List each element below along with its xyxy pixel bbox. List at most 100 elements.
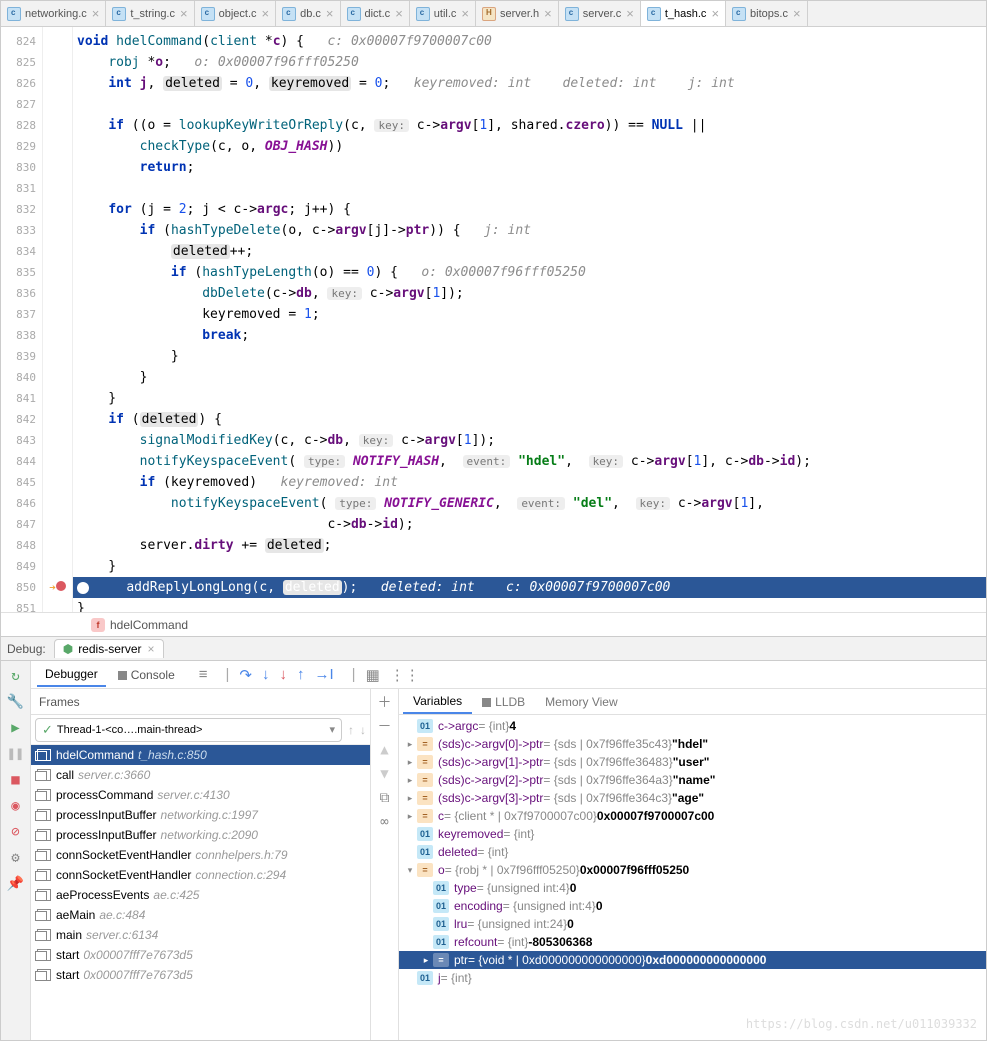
file-tab[interactable]: object.c× [195, 1, 277, 26]
stack-frame[interactable]: aeProcessEvents ae.c:425 [31, 885, 370, 905]
close-icon[interactable]: × [148, 642, 155, 656]
code-line[interactable]: notifyKeyspaceEvent( type: NOTIFY_GENERI… [73, 493, 986, 514]
debugger-tab[interactable]: Debugger [37, 663, 106, 687]
close-icon[interactable]: × [92, 7, 100, 20]
stack-frame[interactable]: connSocketEventHandler connection.c:294 [31, 865, 370, 885]
close-icon[interactable]: × [793, 7, 801, 20]
next-frame-icon[interactable]: ↓ [360, 723, 366, 737]
expand-icon[interactable]: ▸ [403, 793, 417, 804]
code-line[interactable]: if (hashTypeDelete(o, c->argv[j]->ptr)) … [73, 220, 986, 241]
run-to-cursor-icon[interactable]: →I [315, 666, 334, 684]
variable-row[interactable]: 01type = {unsigned int:4} 0 [399, 879, 986, 897]
frames-list[interactable]: hdelCommand t_hash.c:850call server.c:36… [31, 745, 370, 1040]
code-line[interactable]: void hdelCommand(client *c) { c: 0x00007… [73, 31, 986, 52]
file-tab[interactable]: bitops.c× [726, 1, 808, 26]
expand-icon[interactable]: ▸ [403, 739, 417, 750]
file-tab[interactable]: t_hash.c× [641, 1, 726, 26]
expand-icon[interactable]: ▸ [403, 757, 417, 768]
code-line[interactable]: keyremoved = 1; [73, 304, 986, 325]
pin-icon[interactable]: 📌 [6, 873, 26, 895]
code-area[interactable]: void hdelCommand(client *c) { c: 0x00007… [73, 27, 986, 612]
code-line[interactable]: } [73, 556, 986, 577]
add-watch-icon[interactable]: ＋ [376, 693, 394, 711]
code-line[interactable] [73, 94, 986, 115]
expand-icon[interactable]: ▸ [403, 811, 417, 822]
view-breakpoints-icon[interactable]: ◉ [6, 795, 26, 817]
code-line[interactable]: if (hashTypeLength(o) == 0) { o: 0x00007… [73, 262, 986, 283]
stack-frame[interactable]: connSocketEventHandler connhelpers.h:79 [31, 845, 370, 865]
evaluate-icon[interactable]: ▦ [366, 666, 380, 684]
file-tab[interactable]: t_string.c× [106, 1, 194, 26]
variable-row[interactable]: 01c->argc = {int} 4 [399, 717, 986, 735]
file-tab[interactable]: db.c× [276, 1, 340, 26]
code-line[interactable]: signalModifiedKey(c, c->db, key: c->argv… [73, 430, 986, 451]
code-line[interactable] [73, 178, 986, 199]
memory-view-tab[interactable]: Memory View [535, 691, 627, 713]
expand-icon[interactable]: ▾ [403, 865, 417, 876]
wrench-icon[interactable]: 🔧 [6, 691, 26, 713]
code-line[interactable]: if (keyremoved) keyremoved: int [73, 472, 986, 493]
down-icon[interactable]: ▼ [376, 765, 394, 783]
stack-frame[interactable]: start 0x00007fff7e7673d5 [31, 965, 370, 985]
thread-dropdown[interactable]: ✓ Thread-1-<co….main-thread> ▾ [35, 718, 342, 742]
code-line[interactable]: notifyKeyspaceEvent( type: NOTIFY_HASH, … [73, 451, 986, 472]
code-line[interactable]: for (j = 2; j < c->argc; j++) { [73, 199, 986, 220]
close-icon[interactable]: × [180, 7, 188, 20]
breadcrumb-bar[interactable]: f hdelCommand [1, 612, 986, 636]
force-step-into-icon[interactable]: ↓ [280, 666, 288, 684]
code-line[interactable]: c->db->id); [73, 514, 986, 535]
stack-frame[interactable]: aeMain ae.c:484 [31, 905, 370, 925]
variable-row[interactable]: ▾=o = {robj * | 0x7f96fff05250} 0x00007f… [399, 861, 986, 879]
code-line[interactable]: int j, deleted = 0, keyremoved = 0; keyr… [73, 73, 986, 94]
lldb-tab[interactable]: LLDB [472, 691, 535, 713]
variable-row[interactable]: 01keyremoved = {int} [399, 825, 986, 843]
variables-list[interactable]: 01c->argc = {int} 4▸=(sds)c->argv[0]->pt… [399, 715, 986, 1040]
code-line[interactable]: return; [73, 157, 986, 178]
code-editor[interactable]: 8248258268278288298308318328338348358368… [1, 27, 986, 612]
rerun-icon[interactable]: ↻ [6, 665, 26, 687]
close-icon[interactable]: × [262, 7, 270, 20]
code-line[interactable]: } [73, 367, 986, 388]
stack-frame[interactable]: processInputBuffer networking.c:1997 [31, 805, 370, 825]
variable-row[interactable]: 01lru = {unsigned int:24} 0 [399, 915, 986, 933]
variable-row[interactable]: ▸=(sds)c->argv[3]->ptr = {sds | 0x7f96ff… [399, 789, 986, 807]
close-icon[interactable]: × [326, 7, 334, 20]
close-icon[interactable]: × [544, 7, 552, 20]
stack-frame[interactable]: processInputBuffer networking.c:2090 [31, 825, 370, 845]
code-line[interactable]: robj *o; o: 0x00007f96fff05250 [73, 52, 986, 73]
debug-session-tab[interactable]: ⬢ redis-server × [54, 639, 164, 658]
expand-icon[interactable]: ▸ [403, 775, 417, 786]
code-line[interactable]: } [73, 346, 986, 367]
stack-frame[interactable]: hdelCommand t_hash.c:850 [31, 745, 370, 765]
code-line[interactable]: break; [73, 325, 986, 346]
code-line[interactable]: server.dirty += deleted; [73, 535, 986, 556]
up-icon[interactable]: ▲ [376, 741, 394, 759]
settings-icon[interactable]: ⚙ [6, 847, 26, 869]
remove-watch-icon[interactable]: － [376, 717, 394, 735]
stack-frame[interactable]: call server.c:3660 [31, 765, 370, 785]
variable-row[interactable]: 01j = {int} [399, 969, 986, 987]
code-line[interactable]: } [73, 388, 986, 409]
prev-frame-icon[interactable]: ↑ [348, 723, 354, 737]
code-line[interactable]: deleted++; [73, 241, 986, 262]
pause-icon[interactable]: ❚❚ [6, 743, 26, 765]
stack-frame[interactable]: main server.c:6134 [31, 925, 370, 945]
close-icon[interactable]: × [711, 7, 719, 20]
variable-row[interactable]: ▸=(sds)c->argv[2]->ptr = {sds | 0x7f96ff… [399, 771, 986, 789]
stop-icon[interactable]: ■ [6, 769, 26, 791]
code-line[interactable]: if ((o = lookupKeyWriteOrReply(c, key: c… [73, 115, 986, 136]
stack-frame[interactable]: processCommand server.c:4130 [31, 785, 370, 805]
close-icon[interactable]: × [626, 7, 634, 20]
trace-icon[interactable]: ⋮⋮ [390, 666, 420, 684]
code-line[interactable]: addReplyLongLong(c, deleted); deleted: i… [73, 577, 986, 598]
code-line[interactable]: checkType(c, o, OBJ_HASH)) [73, 136, 986, 157]
file-tab[interactable]: server.h× [476, 1, 559, 26]
file-tab[interactable]: util.c× [410, 1, 476, 26]
file-tab[interactable]: dict.c× [341, 1, 410, 26]
variable-row[interactable]: ▸=(sds)c->argv[0]->ptr = {sds | 0x7f96ff… [399, 735, 986, 753]
close-icon[interactable]: × [461, 7, 469, 20]
close-icon[interactable]: × [395, 7, 403, 20]
variable-row[interactable]: 01refcount = {int} -805306368 [399, 933, 986, 951]
resume-icon[interactable]: ▶ [6, 717, 26, 739]
console-tab[interactable]: Console [110, 664, 183, 686]
